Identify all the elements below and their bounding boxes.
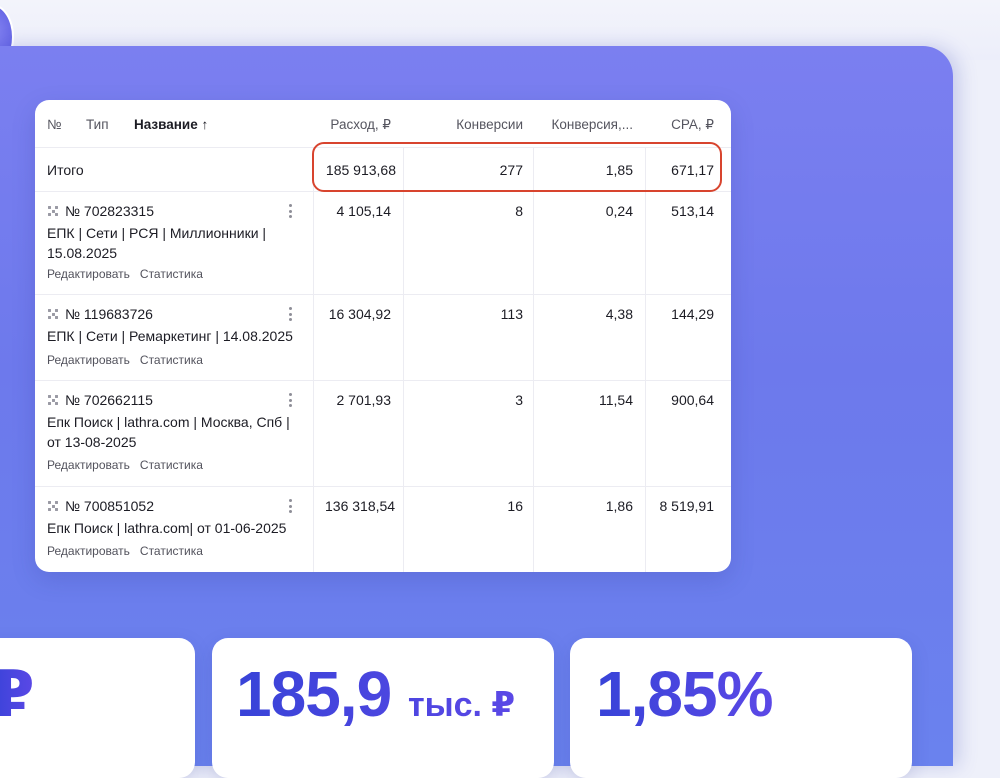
more-options-icon[interactable] <box>289 307 293 321</box>
campaign-name[interactable]: Епк Поиск | lathra.com| от 01-06-2025 <box>47 518 307 538</box>
edit-link[interactable]: Редактировать <box>47 544 130 558</box>
stat-card-spend: 185,9 тыс. ₽ <box>212 638 554 778</box>
row-conversions: 16 <box>507 498 523 514</box>
campaign-name[interactable]: ЕПК | Сети | Ремаркетинг | 14.08.2025 <box>47 326 307 346</box>
campaign-links: Редактировать Статистика <box>47 458 213 472</box>
stat-value: ₽ <box>0 654 35 734</box>
row-spend: 2 701,93 <box>336 392 392 408</box>
table-row[interactable]: № 700851052 Епк Поиск | lathra.com| от 0… <box>35 487 731 572</box>
campaign-type-icon <box>48 395 58 405</box>
stat-card-conversion: 1,85% <box>570 638 912 778</box>
row-spend: 4 105,14 <box>336 203 392 219</box>
header-spend[interactable]: Расход, ₽ <box>330 117 391 133</box>
edit-link[interactable]: Редактировать <box>47 267 130 281</box>
column-divider <box>645 148 646 572</box>
statistics-link[interactable]: Статистика <box>140 267 203 281</box>
campaign-links: Редактировать Статистика <box>47 267 213 281</box>
row-spend: 16 304,92 <box>328 306 391 322</box>
header-cpa[interactable]: CPA, ₽ <box>671 117 714 133</box>
header-number[interactable]: № <box>47 117 61 132</box>
header-type[interactable]: Тип <box>86 117 109 132</box>
column-divider <box>313 148 314 572</box>
row-cpa: 900,64 <box>671 392 714 408</box>
sort-arrow-icon: ↑ <box>201 117 209 132</box>
row-conversions: 8 <box>515 203 523 219</box>
header-name[interactable]: Название ↑ <box>134 117 208 132</box>
row-conversions: 3 <box>515 392 523 408</box>
statistics-link[interactable]: Статистика <box>140 353 203 367</box>
stat-value: 185,9 тыс. ₽ <box>236 654 515 745</box>
row-spend: 136 318,54 <box>325 498 396 514</box>
edit-link[interactable]: Редактировать <box>47 458 130 472</box>
header-conversions[interactable]: Конверсии <box>456 117 523 132</box>
campaign-number: № 700851052 <box>65 498 154 514</box>
campaign-type-icon <box>48 309 58 319</box>
campaign-links: Редактировать Статистика <box>47 544 213 558</box>
table-row[interactable]: № 702662115 Епк Поиск | lathra.com | Мос… <box>35 381 731 487</box>
stat-number: 185,9 <box>236 658 392 730</box>
total-label: Итого <box>47 162 84 178</box>
campaign-number: № 702662115 <box>65 392 153 408</box>
row-conversions: 113 <box>500 306 523 322</box>
campaign-type-icon <box>48 501 58 511</box>
campaign-name[interactable]: Епк Поиск | lathra.com | Москва, Спб | о… <box>47 412 299 452</box>
stat-unit: тыс. ₽ <box>407 686 516 724</box>
row-conversion-rate: 4,38 <box>605 306 633 322</box>
campaign-links: Редактировать Статистика <box>47 353 213 367</box>
column-divider <box>533 148 534 572</box>
row-cpa: 8 519,91 <box>659 498 715 514</box>
row-conversion-rate: 0,24 <box>605 203 633 219</box>
row-cpa: 513,14 <box>671 203 714 219</box>
edit-link[interactable]: Редактировать <box>47 353 130 367</box>
totals-highlight-frame <box>312 142 722 192</box>
statistics-link[interactable]: Статистика <box>140 458 203 472</box>
statistics-link[interactable]: Статистика <box>140 544 203 558</box>
row-conversion-rate: 11,54 <box>599 392 633 408</box>
campaign-type-icon <box>48 206 58 216</box>
stat-value: 1,85% <box>596 654 773 734</box>
row-cpa: 144,29 <box>671 306 714 322</box>
more-options-icon[interactable] <box>289 393 293 407</box>
stat-card-left: ₽ <box>0 638 195 778</box>
more-options-icon[interactable] <box>289 204 293 218</box>
table-row[interactable]: № 702823315 ЕПК | Сети | РСЯ | Миллионни… <box>35 192 731 295</box>
row-conversion-rate: 1,86 <box>605 498 633 514</box>
header-name-label: Название <box>134 117 198 132</box>
header-conversion-rate[interactable]: Конверсия,... <box>552 117 633 132</box>
column-divider <box>403 148 404 572</box>
campaign-name[interactable]: ЕПК | Сети | РСЯ | Миллионники | 15.08.2… <box>47 223 297 263</box>
table-header-row: № Тип Название ↑ Расход, ₽ Конверсии Кон… <box>35 100 731 148</box>
table-row[interactable]: № 119683726 ЕПК | Сети | Ремаркетинг | 1… <box>35 295 731 381</box>
campaign-number: № 702823315 <box>65 203 154 219</box>
more-options-icon[interactable] <box>289 499 293 513</box>
campaign-number: № 119683726 <box>65 306 153 322</box>
